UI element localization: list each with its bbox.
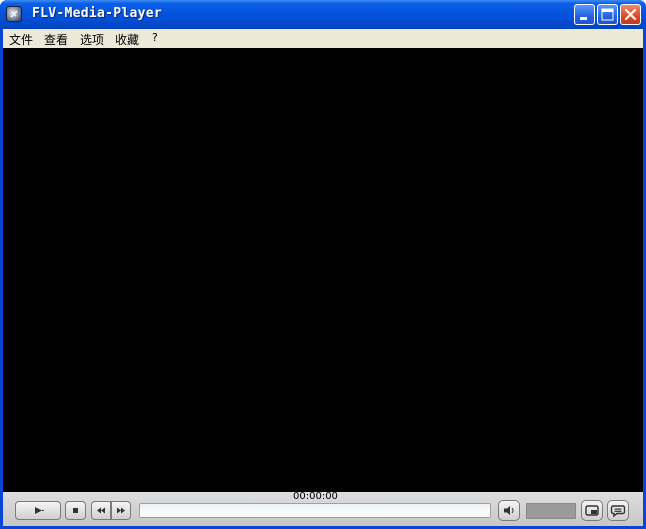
minimize-icon — [580, 17, 587, 20]
chat-bubble-icon — [610, 505, 626, 518]
time-display: 00:00:00 — [293, 491, 338, 502]
seek-bar[interactable] — [139, 503, 491, 518]
chat-button[interactable] — [607, 500, 629, 521]
volume-button[interactable] — [498, 500, 520, 521]
play-button[interactable] — [15, 501, 61, 520]
speaker-icon — [504, 506, 514, 515]
menu-favorites[interactable]: 收藏 — [115, 31, 139, 48]
fast-forward-icon — [117, 507, 125, 514]
menu-file[interactable]: 文件 — [9, 31, 33, 48]
rewind-button[interactable] — [91, 501, 111, 520]
control-bar: 00:00:00 — [3, 491, 643, 526]
app-window: FLV-Media-Player 文件 查看 选项 收藏 ? 00:00:00 — [0, 0, 646, 529]
stop-button[interactable] — [65, 501, 86, 520]
player-app-icon[interactable] — [6, 6, 22, 22]
rewind-icon — [97, 507, 105, 514]
window-title: FLV-Media-Player — [32, 6, 163, 21]
forward-button[interactable] — [111, 501, 131, 520]
close-icon — [624, 8, 637, 21]
title-bar[interactable]: FLV-Media-Player — [0, 0, 646, 29]
volume-slider[interactable] — [526, 503, 576, 519]
menu-options[interactable]: 选项 — [80, 31, 104, 48]
menu-bar: 文件 查看 选项 收藏 ? — [3, 29, 643, 48]
play-icon — [35, 507, 44, 514]
window-mode-icon — [585, 505, 599, 516]
menu-help[interactable]: ? — [152, 31, 158, 44]
maximize-button[interactable] — [597, 4, 618, 25]
video-display[interactable] — [3, 48, 643, 492]
window-mode-button[interactable] — [581, 500, 603, 521]
menu-view[interactable]: 查看 — [44, 31, 68, 48]
stop-icon — [73, 508, 78, 513]
maximize-icon — [601, 8, 614, 21]
minimize-button[interactable] — [574, 4, 595, 25]
close-button[interactable] — [620, 4, 641, 25]
